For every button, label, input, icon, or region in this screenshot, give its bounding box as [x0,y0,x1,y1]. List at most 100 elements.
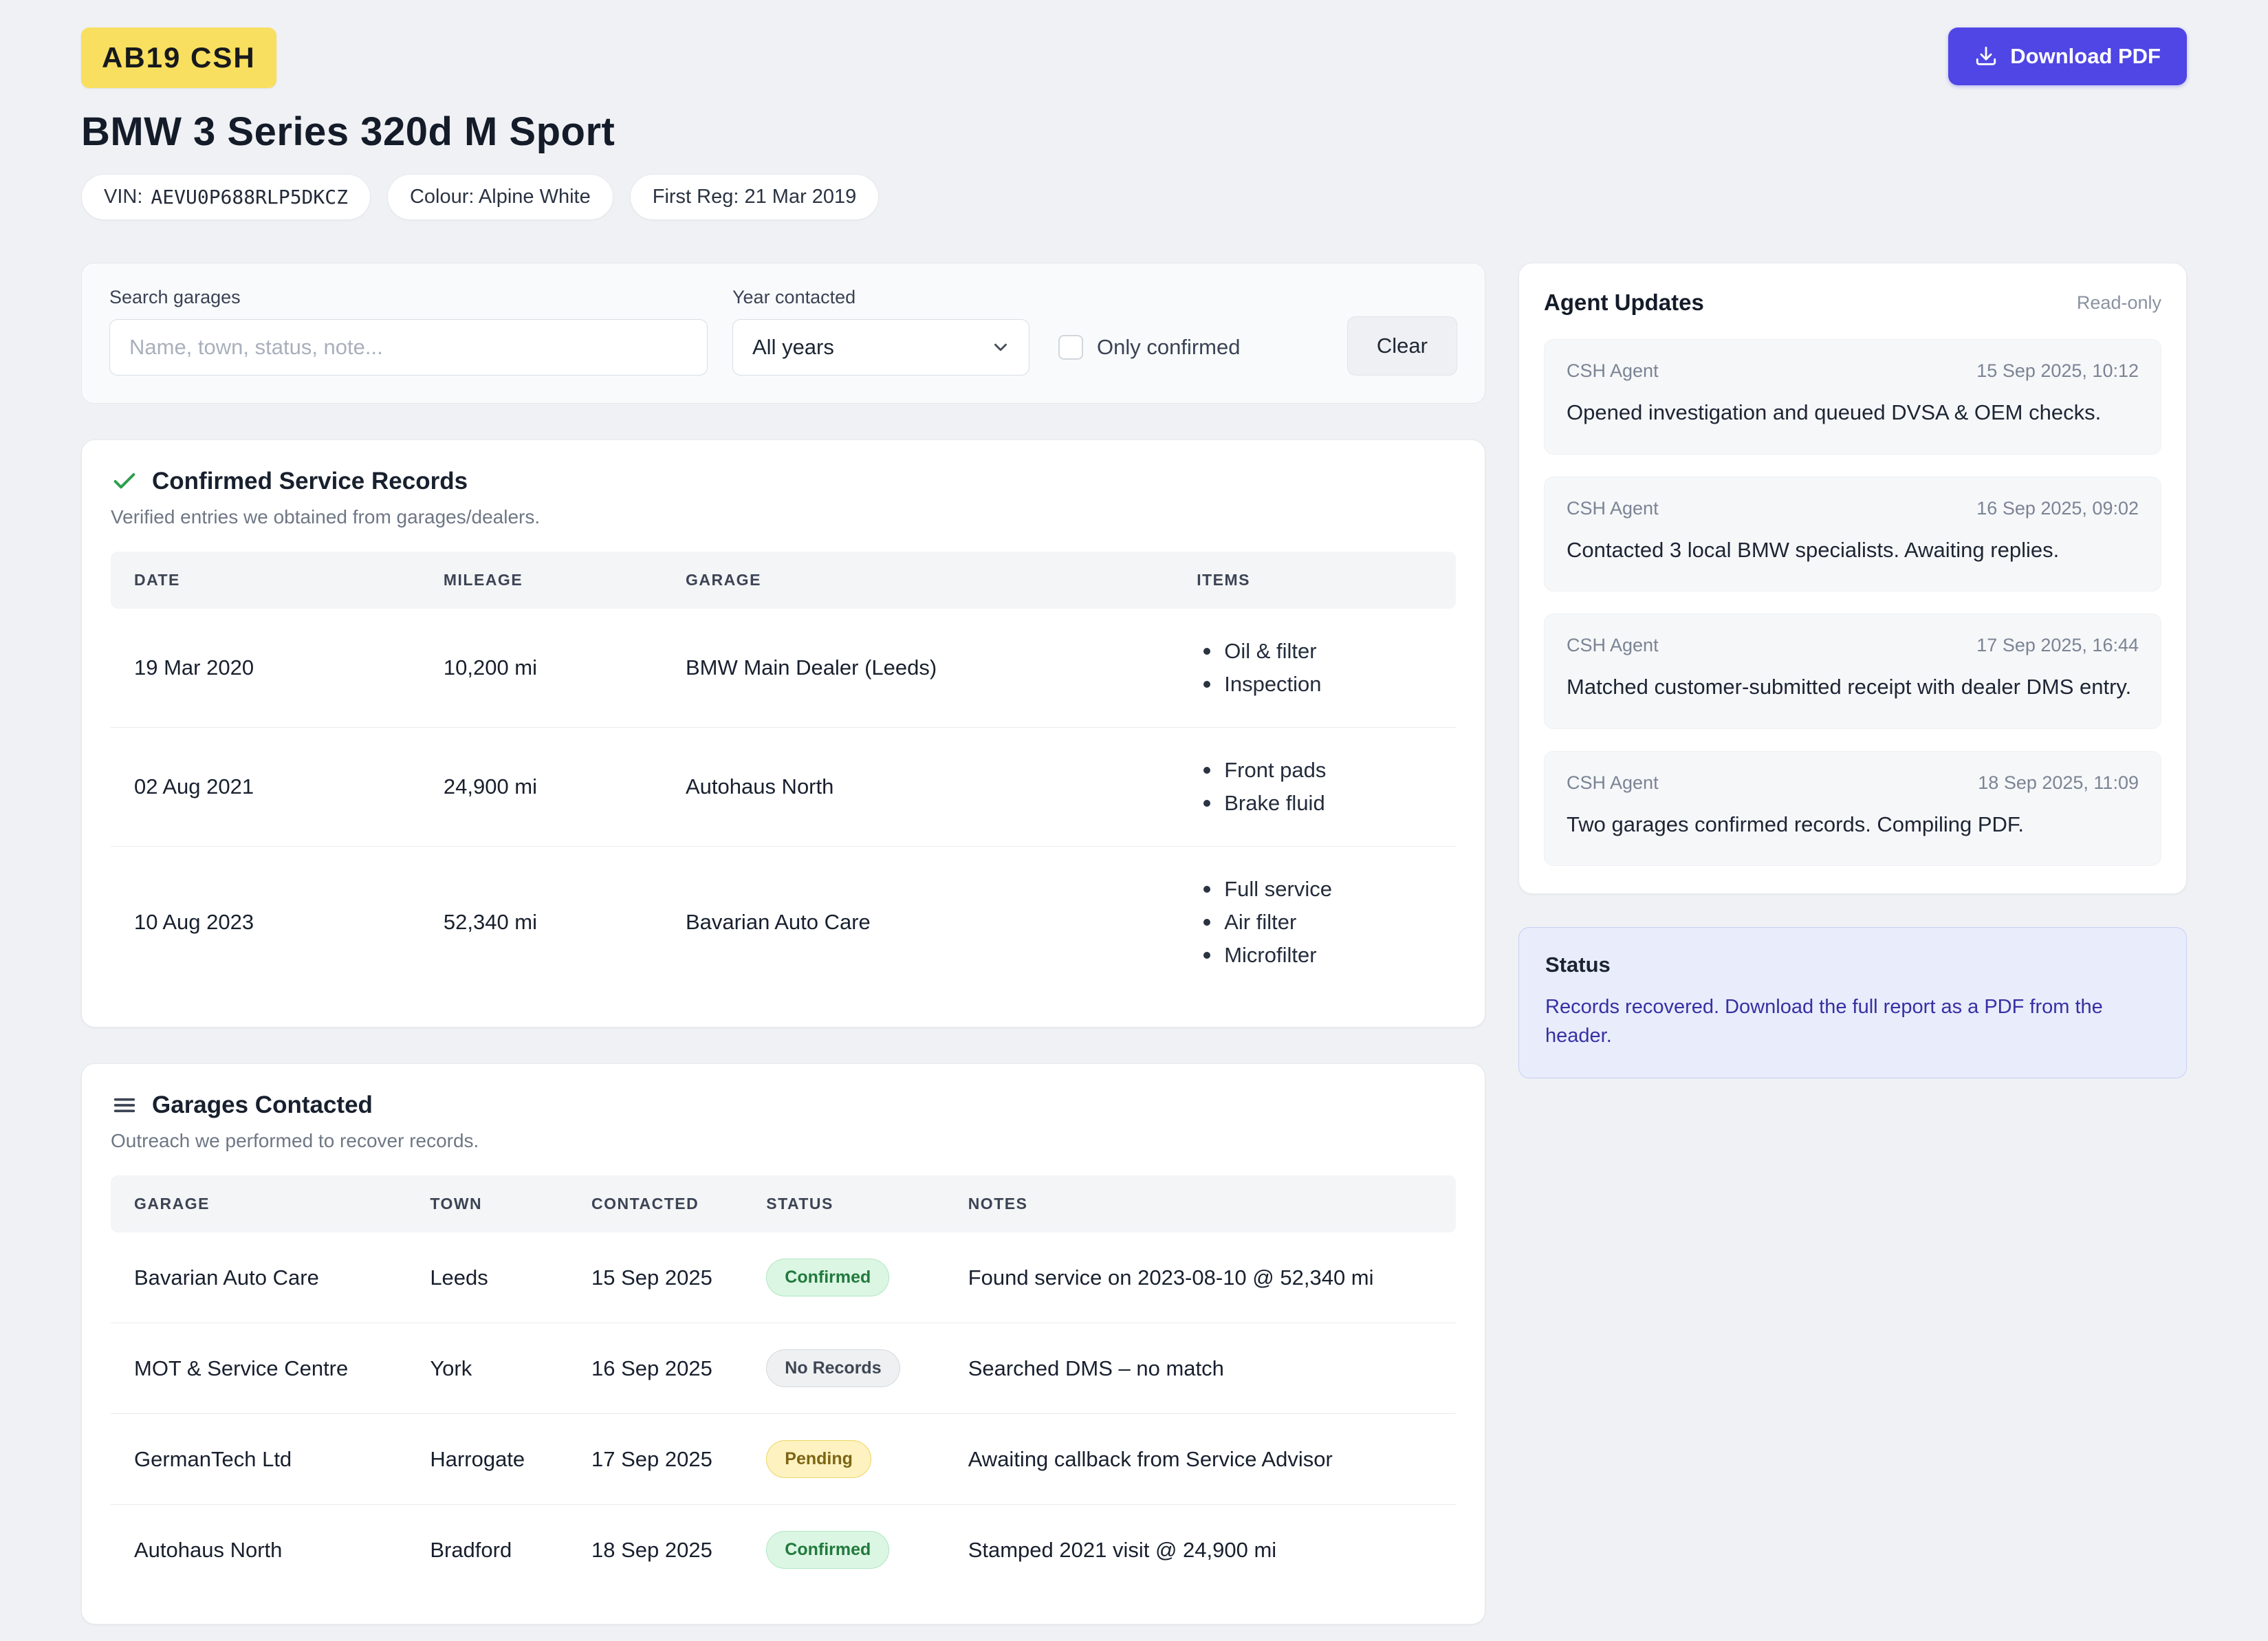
year-select-value: All years [752,335,834,360]
record-garage-cell: BMW Main Dealer (Leeds) [662,609,1173,728]
agent-updates-header: Agent Updates Read-only [1544,290,2161,316]
col-header-town: TOWN [406,1175,568,1232]
record-garage-cell: Autohaus North [662,728,1173,847]
record-mileage-cell: 52,340 mi [420,847,662,999]
service-item: Air filter [1197,906,1442,939]
status-badge: Confirmed [766,1531,889,1569]
table-row: 10 Aug 2023 52,340 mi Bavarian Auto Care… [111,847,1456,999]
garage-town-cell: Harrogate [406,1414,568,1505]
chevron-down-icon [990,337,1011,358]
search-input[interactable] [109,319,708,376]
right-sidebar: Agent Updates Read-only CSH Agent 15 Sep… [1518,263,2187,1078]
status-badge: No Records [766,1349,899,1387]
year-contacted-label: Year contacted [732,287,1029,308]
first-reg-chip: First Reg: 21 Mar 2019 [630,174,880,220]
garage-notes-cell: Searched DMS – no match [945,1323,1456,1414]
year-select[interactable]: All years [732,319,1029,376]
record-items-cell: Front padsBrake fluid [1173,728,1456,847]
vehicle-chip-row: VIN: AEVU0P688RLP5DKCZ Colour: Alpine Wh… [81,174,2187,220]
garage-status-cell: Pending [743,1414,944,1505]
col-header-date: DATE [111,552,420,609]
only-confirmed-label: Only confirmed [1097,335,1240,360]
garage-notes-cell: Found service on 2023-08-10 @ 52,340 mi [945,1232,1456,1323]
table-row: 19 Mar 2020 10,200 mi BMW Main Dealer (L… [111,609,1456,728]
service-item: Front pads [1197,754,1442,787]
only-confirmed-group: Only confirmed [1058,319,1240,376]
col-header-items: ITEMS [1173,552,1456,609]
col-header-contacted: CONTACTED [568,1175,743,1232]
status-title: Status [1545,953,2160,977]
page-root: AB19 CSH BMW 3 Series 320d M Sport VIN: … [0,0,2268,1641]
left-column: Search garages Year contacted All years [81,263,1485,1641]
record-date-cell: 02 Aug 2021 [111,728,420,847]
vin-label: VIN: [104,186,142,208]
agent-update-text: Two garages confirmed records. Compiling… [1567,809,2139,841]
garage-status-cell: Confirmed [743,1232,944,1323]
record-items-cell: Full serviceAir filterMicrofilter [1173,847,1456,999]
table-row: Bavarian Auto Care Leeds 15 Sep 2025 Con… [111,1232,1456,1323]
registration-plate: AB19 CSH [81,28,276,88]
garage-notes-cell: Awaiting callback from Service Advisor [945,1414,1456,1505]
garage-contacted-cell: 15 Sep 2025 [568,1232,743,1323]
service-item: Oil & filter [1197,635,1442,668]
status-badge: Pending [766,1440,871,1478]
colour-chip: Colour: Alpine White [387,174,613,220]
garages-contacted-header: Garages Contacted [111,1091,1456,1119]
col-header-garage: GARAGE [111,1175,406,1232]
garages-contacted-title: Garages Contacted [152,1091,373,1119]
record-date-cell: 10 Aug 2023 [111,847,420,999]
vin-value: AEVU0P688RLP5DKCZ [151,186,348,208]
agent-timestamp: 17 Sep 2025, 16:44 [1976,635,2139,656]
garage-contacted-cell: 18 Sep 2025 [568,1505,743,1596]
record-items-cell: Oil & filterInspection [1173,609,1456,728]
garages-contacted-panel: Garages Contacted Outreach we performed … [81,1063,1485,1624]
record-date-cell: 19 Mar 2020 [111,609,420,728]
agent-author: CSH Agent [1567,498,1659,519]
col-header-notes: NOTES [945,1175,1456,1232]
agent-timestamp: 15 Sep 2025, 10:12 [1976,360,2139,382]
garage-name-cell: MOT & Service Centre [111,1323,406,1414]
table-header-row: DATE MILEAGE GARAGE ITEMS [111,552,1456,609]
search-garages-label: Search garages [109,287,708,308]
agent-update-meta: CSH Agent 15 Sep 2025, 10:12 [1567,360,2139,382]
check-icon [111,468,138,495]
garage-status-cell: Confirmed [743,1505,944,1596]
agent-update-meta: CSH Agent 17 Sep 2025, 16:44 [1567,635,2139,656]
download-pdf-button[interactable]: Download PDF [1948,28,2187,85]
agent-update-text: Matched customer-submitted receipt with … [1567,671,2139,704]
download-icon [1974,45,1998,68]
garage-town-cell: Leeds [406,1232,568,1323]
confirmed-records-title: Confirmed Service Records [152,468,468,495]
main-grid: Search garages Year contacted All years [81,263,2187,1641]
garage-name-cell: Bavarian Auto Care [111,1232,406,1323]
agent-update-meta: CSH Agent 16 Sep 2025, 09:02 [1567,498,2139,519]
vin-chip: VIN: AEVU0P688RLP5DKCZ [81,174,371,220]
agent-author: CSH Agent [1567,360,1659,382]
read-only-label: Read-only [2077,292,2161,314]
service-item: Inspection [1197,668,1442,701]
garages-contacted-subtitle: Outreach we performed to recover records… [111,1130,1456,1152]
confirmed-records-subtitle: Verified entries we obtained from garage… [111,506,1456,528]
table-row: GermanTech Ltd Harrogate 17 Sep 2025 Pen… [111,1414,1456,1505]
agent-update-meta: CSH Agent 18 Sep 2025, 11:09 [1567,772,2139,794]
garage-town-cell: York [406,1323,568,1414]
download-pdf-label: Download PDF [2010,44,2161,69]
search-field-group: Search garages [109,287,708,376]
status-text: Records recovered. Download the full rep… [1545,992,2160,1050]
agent-author: CSH Agent [1567,772,1659,794]
agent-update-card: CSH Agent 16 Sep 2025, 09:02 Contacted 3… [1544,477,2161,592]
only-confirmed-checkbox[interactable] [1058,335,1083,360]
agent-updates-title: Agent Updates [1544,290,1704,316]
garage-name-cell: GermanTech Ltd [111,1414,406,1505]
confirmed-records-panel: Confirmed Service Records Verified entri… [81,439,1485,1028]
status-box: Status Records recovered. Download the f… [1518,927,2187,1078]
table-header-row: GARAGE TOWN CONTACTED STATUS NOTES [111,1175,1456,1232]
agent-updates-list: CSH Agent 15 Sep 2025, 10:12 Opened inve… [1544,339,2161,866]
agent-updates-panel: Agent Updates Read-only CSH Agent 15 Sep… [1518,263,2187,894]
garages-contacted-table: GARAGE TOWN CONTACTED STATUS NOTES Bavar… [111,1175,1456,1595]
col-header-mileage: MILEAGE [420,552,662,609]
garage-name-cell: Autohaus North [111,1505,406,1596]
agent-update-card: CSH Agent 15 Sep 2025, 10:12 Opened inve… [1544,339,2161,455]
col-header-status: STATUS [743,1175,944,1232]
clear-filters-button[interactable]: Clear [1347,316,1457,376]
